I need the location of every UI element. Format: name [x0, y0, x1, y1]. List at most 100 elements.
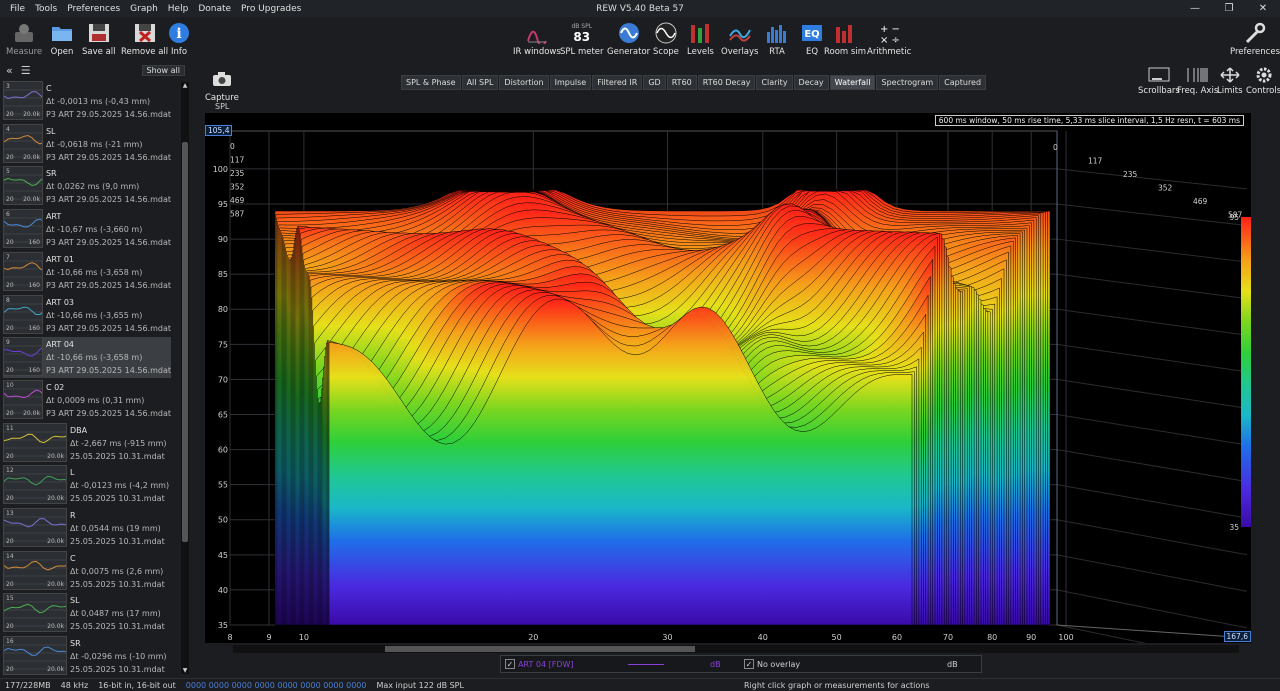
tab-captured[interactable]: Captured: [939, 75, 987, 90]
measurement-item[interactable]: 15 20 20.0k SL Δt 0,0487 ms (17 mm) 25.05.202…: [3, 593, 171, 634]
spl-meter-button[interactable]: dB SPL 83 SPL meter: [560, 21, 604, 58]
measurement-name: L: [70, 468, 75, 478]
eq-button[interactable]: EQ EQ: [800, 21, 824, 57]
restore-icon[interactable]: ❐: [1212, 0, 1246, 17]
legend-checkbox[interactable]: ✓: [505, 659, 515, 669]
measurement-number: 10: [6, 381, 14, 389]
rta-button[interactable]: RTA: [765, 21, 789, 57]
measurement-item[interactable]: 5 20 20.0k SR Δt 0,0262 ms (9,0 mm) P3 ART 29…: [3, 166, 171, 207]
x-tick-label: 40: [758, 633, 768, 642]
menu-donate[interactable]: Donate: [193, 4, 236, 14]
scrollbar-thumb[interactable]: [182, 142, 188, 542]
controls-button[interactable]: Controls: [1246, 67, 1280, 96]
side-gridline: [1056, 203, 1248, 226]
capture-button[interactable]: Capture: [205, 67, 239, 103]
limits-button[interactable]: Limits: [1217, 67, 1243, 96]
measurement-item[interactable]: 12 20 20.0k L Δt -0,0123 ms (-4,2 mm) 25.05.2…: [3, 465, 171, 506]
generator-button[interactable]: Generator: [607, 21, 650, 57]
tab-rt60[interactable]: RT60: [666, 75, 697, 90]
freq-axis-button[interactable]: Freq. Axis: [1177, 67, 1218, 96]
scroll-up-icon[interactable]: ▲: [181, 82, 189, 89]
waterfall-plot[interactable]: 100 95 90 85 80 75 70 65 60 55 50 45 40 35 8 9 10 20 30 40 5…: [205, 113, 1271, 665]
measurement-item[interactable]: 3 20 20.0k C Δt -0,0013 ms (-0,43 mm) P3 ART …: [3, 81, 171, 122]
menu-help[interactable]: Help: [163, 4, 194, 14]
measurement-thumbnail: 16 20 20.0k: [3, 636, 67, 676]
thumbnail-low-freq: 20: [6, 666, 14, 674]
generator-icon: [617, 21, 641, 45]
save-all-button[interactable]: Save all: [82, 21, 116, 57]
measurement-number: 11: [6, 424, 14, 432]
menu-graph[interactable]: Graph: [125, 4, 163, 14]
measurement-item[interactable]: 16 20 20.0k SR Δt -0,0296 ms (-10 mm) 25.05.2…: [3, 636, 171, 677]
measurement-item[interactable]: 14 20 20.0k C Δt 0,0075 ms (2,6 mm) 25.05.202…: [3, 550, 171, 592]
measurement-number: 15: [6, 595, 14, 603]
measurement-item[interactable]: 4 20 20.0k SL Δt -0,0618 ms (-21 mm) P3 ART 2…: [3, 123, 171, 165]
remove-all-button[interactable]: Remove all: [121, 21, 168, 57]
measurement-info: C Δt 0,0075 ms (2,6 mm) 25.05.2025 10.31.m…: [67, 551, 165, 592]
scroll-down-icon[interactable]: ▼: [181, 667, 189, 674]
measurement-file: P3 ART 29.05.2025 14.56.mdat: [45, 195, 171, 205]
legend-trace-name[interactable]: ART 04 [FDW]: [518, 660, 628, 669]
tab-impulse[interactable]: Impulse: [549, 75, 592, 90]
info-button[interactable]: i Info: [168, 21, 190, 57]
rta-icon: [765, 21, 789, 45]
thumbnail-high-freq: 20.0k: [47, 452, 64, 460]
menu-preferences[interactable]: Preferences: [62, 4, 125, 14]
measurement-item[interactable]: 13 20 20.0k R Δt 0,0544 ms (19 mm) 25.05.2025…: [3, 508, 171, 549]
measurement-item[interactable]: 10 20 20.0k C 02 Δt 0,0009 ms (0,31 mm) P3 AR…: [3, 379, 171, 421]
tab-distortion[interactable]: Distortion: [499, 75, 549, 90]
graph-horizontal-scrollbar[interactable]: [233, 645, 1239, 653]
measurement-item[interactable]: 7 20 160 ART 01 Δt -10,66 ms (-3,658 m) P3 AR…: [3, 251, 171, 293]
menu-file[interactable]: File: [5, 4, 30, 14]
measurement-item[interactable]: 9 20 160 ART 04 Δt -10,66 ms (-3,658 m) P3 AR…: [3, 337, 171, 379]
measurement-list-scrollbar[interactable]: ▲ ▼: [181, 82, 189, 674]
graph-tabs: SPL & Phase All SPL Distortion Impulse Filte…: [401, 75, 987, 90]
y-top-value-box[interactable]: 105,4: [205, 125, 233, 136]
thumbnail-low-freq: 20: [6, 153, 14, 161]
tab-gd[interactable]: GD: [643, 75, 666, 90]
x-tick-label: 9: [266, 633, 271, 642]
tab-rt60-decay[interactable]: RT60 Decay: [697, 75, 756, 90]
menu-tools[interactable]: Tools: [30, 4, 62, 14]
overlays-button[interactable]: Overlays: [721, 21, 758, 57]
scope-button[interactable]: Scope: [653, 21, 679, 57]
measurement-number: 4: [6, 125, 10, 133]
measurement-item[interactable]: 6 20 160 ART Δt -10,67 ms (-3,660 m) P3 ART 2…: [3, 209, 171, 250]
waterfall-graph[interactable]: 100 95 90 85 80 75 70 65 60 55 50 45 40 35 8 9 10 20 30 40 5…: [205, 113, 1271, 665]
open-button[interactable]: Open: [50, 21, 74, 57]
preferences-button[interactable]: Preferences: [1230, 21, 1280, 57]
thumbnail-high-freq: 20.0k: [23, 153, 40, 161]
measurement-name: SR: [70, 639, 81, 649]
list-menu-icon[interactable]: ☰: [21, 64, 31, 77]
graph-scrollbar-thumb[interactable]: [385, 646, 695, 652]
ir-windows-button[interactable]: IR windows: [513, 21, 561, 57]
status-bar: 177/228MB 48 kHz 16-bit in, 16-bit out 0…: [0, 678, 1280, 691]
show-all-dropdown[interactable]: Show all: [141, 65, 185, 76]
scrollbars-button[interactable]: Scrollbars: [1138, 67, 1180, 96]
tab-waterfall[interactable]: Waterfall: [829, 75, 876, 90]
arithmetic-button[interactable]: + − × ÷ Arithmetic: [867, 21, 911, 57]
collapse-panel-icon[interactable]: «: [6, 64, 13, 77]
tab-spl-phase[interactable]: SPL & Phase: [401, 75, 461, 90]
menu-pro-upgrades[interactable]: Pro Upgrades: [236, 4, 306, 14]
measurement-file: 25.05.2025 10.31.mdat: [70, 537, 165, 546]
x-end-value-box[interactable]: 167,6: [1223, 631, 1251, 642]
thumbnail-high-freq: 20.0k: [47, 495, 64, 503]
tab-clarity[interactable]: Clarity: [756, 75, 793, 90]
measurement-number: 5: [6, 168, 10, 176]
measurement-info: ART 01 Δt -10,66 ms (-3,658 m) P3 ART 29.0…: [43, 252, 171, 293]
measurement-thumbnail: 7 20 160: [3, 251, 43, 291]
close-icon[interactable]: ✕: [1246, 0, 1280, 17]
tab-decay[interactable]: Decay: [793, 75, 829, 90]
measurement-item[interactable]: 11 20 20.0k DBA Δt -2,667 ms (-915 mm) 25.05.…: [3, 422, 171, 464]
levels-button[interactable]: Levels: [687, 21, 714, 57]
overlay-name[interactable]: No overlay: [757, 660, 947, 669]
measurement-item[interactable]: 8 20 160 ART 03 Δt -10,66 ms (-3,655 m) P3 AR…: [3, 294, 171, 336]
overlay-checkbox[interactable]: ✓: [744, 659, 754, 669]
room-sim-button[interactable]: Room sim: [824, 21, 866, 57]
tab-filtered-ir[interactable]: Filtered IR: [592, 75, 643, 90]
tab-spectrogram[interactable]: Spectrogram: [876, 75, 939, 90]
tab-all-spl[interactable]: All SPL: [461, 75, 499, 90]
minimize-icon[interactable]: —: [1178, 0, 1212, 17]
measure-button[interactable]: Measure: [6, 21, 42, 57]
